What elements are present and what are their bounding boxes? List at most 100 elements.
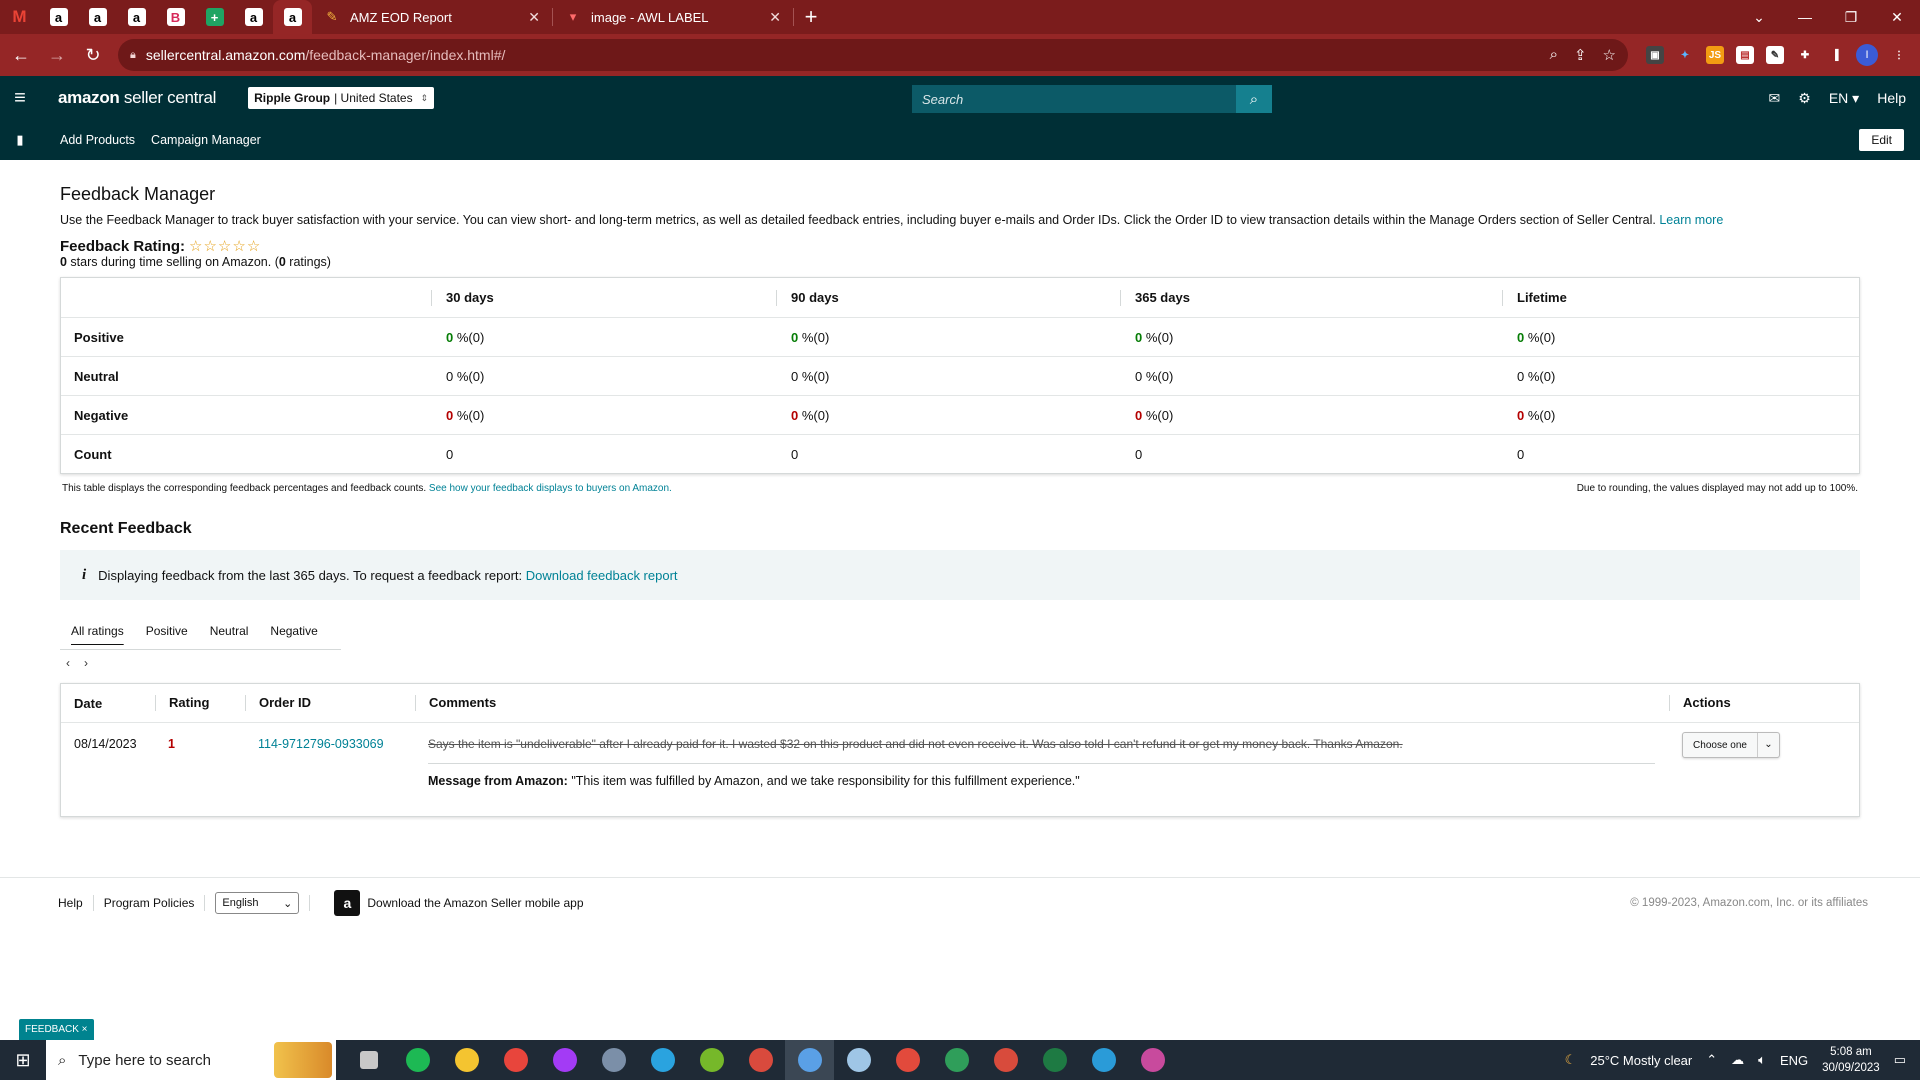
profile-avatar[interactable]: I xyxy=(1856,44,1878,66)
extension-puzzle-blue-icon[interactable]: ✦ xyxy=(1676,46,1694,64)
tab-neutral[interactable]: Neutral xyxy=(199,624,260,638)
tab-positive[interactable]: Positive xyxy=(135,624,199,638)
chevron-right-icon[interactable]: › xyxy=(84,656,88,670)
tab-search-icon[interactable]: ⌄ xyxy=(1736,9,1782,26)
taskbar-app[interactable] xyxy=(834,1040,883,1080)
program-policies-link[interactable]: Program Policies xyxy=(94,896,205,910)
taskbar-app[interactable] xyxy=(785,1040,834,1080)
reload-button[interactable]: ↻ xyxy=(78,45,108,66)
download-feedback-report-link[interactable]: Download feedback report xyxy=(526,568,678,583)
clock[interactable]: 5:08 am 30/09/2023 xyxy=(1822,1044,1880,1076)
taskbar-app[interactable] xyxy=(981,1040,1030,1080)
restore-button[interactable]: ❐ xyxy=(1828,9,1874,26)
amazon-icon: a xyxy=(88,8,107,26)
volume-icon[interactable]: 🔈︎ xyxy=(1758,1052,1766,1068)
pinned-tab[interactable]: a xyxy=(39,0,78,34)
taskbar-app[interactable] xyxy=(1079,1040,1128,1080)
extension-image-icon[interactable]: ▤ xyxy=(1736,46,1754,64)
pinned-tab[interactable]: a xyxy=(78,0,117,34)
taskbar-app[interactable] xyxy=(1030,1040,1079,1080)
windows-start-icon[interactable]: ⊞ xyxy=(0,1050,46,1071)
extensions-puzzle-icon[interactable]: ✚ xyxy=(1796,46,1814,64)
bookmark-icon[interactable]: ▮ xyxy=(0,132,40,148)
back-button[interactable]: ← xyxy=(6,45,36,66)
extension-note-icon[interactable]: ✎ xyxy=(1766,46,1784,64)
taskbar-app[interactable] xyxy=(344,1040,393,1080)
taskbar-app[interactable] xyxy=(491,1040,540,1080)
language-select[interactable]: English ⌄ xyxy=(215,892,300,914)
forward-button[interactable]: → xyxy=(42,45,72,66)
address-bar[interactable]: 🔒︎ sellercentral.amazon.com/feedback-man… xyxy=(118,39,1628,71)
taskbar-app[interactable] xyxy=(540,1040,589,1080)
extension-js-icon[interactable]: JS xyxy=(1706,46,1724,64)
taskbar-app[interactable] xyxy=(687,1040,736,1080)
lock-icon[interactable]: 🔒︎ xyxy=(130,49,136,62)
image-tab-icon: ▾ xyxy=(569,9,577,24)
mail-icon[interactable]: ✉ xyxy=(1769,90,1781,107)
intro-body: Use the Feedback Manager to track buyer … xyxy=(60,213,1656,227)
taskbar-app[interactable] xyxy=(589,1040,638,1080)
taskbar-app[interactable] xyxy=(1128,1040,1177,1080)
input-language[interactable]: ENG xyxy=(1780,1053,1808,1068)
zoom-icon[interactable]: ⌕ xyxy=(1550,46,1558,64)
extension-off-icon[interactable]: ▣ xyxy=(1646,46,1664,64)
language-label: EN xyxy=(1828,89,1849,106)
clock-date: 30/09/2023 xyxy=(1822,1062,1880,1074)
close-icon[interactable]: ✕ xyxy=(769,9,781,26)
search-icon[interactable]: ⌕ xyxy=(1236,85,1272,113)
pinned-tab[interactable]: a xyxy=(117,0,156,34)
pinned-tab[interactable]: M xyxy=(0,0,39,34)
taskbar-app[interactable] xyxy=(736,1040,785,1080)
taskbar-app[interactable] xyxy=(883,1040,932,1080)
edit-button[interactable]: Edit xyxy=(1859,129,1904,151)
taskbar-app[interactable] xyxy=(393,1040,442,1080)
new-tab-button[interactable]: + xyxy=(794,4,828,30)
campaign-manager-link[interactable]: Campaign Manager xyxy=(151,133,261,147)
weather-icon[interactable]: ☾ xyxy=(1565,1052,1577,1068)
tab-all-ratings[interactable]: All ratings xyxy=(60,624,135,638)
close-icon[interactable]: ✕ xyxy=(528,9,540,26)
tab-image-awl-label[interactable]: ▾ image - AWL LABEL ✕ xyxy=(553,0,793,34)
search-input[interactable] xyxy=(912,85,1236,113)
actions-dropdown[interactable]: Choose one ⌄ xyxy=(1682,732,1780,758)
comment-cell: Says the item is "undeliverable" after I… xyxy=(415,737,1669,816)
bookmark-star-icon[interactable]: ☆ xyxy=(1603,46,1616,64)
actions-dropdown-label: Choose one xyxy=(1693,739,1747,751)
chevron-left-icon[interactable]: ‹ xyxy=(66,656,70,670)
column-header: 30 days xyxy=(431,289,776,306)
windows-taskbar: ⊞ ⌕ Type here to search ☾ 25°C Mostly cl… xyxy=(0,1040,1920,1080)
feedback-display-link[interactable]: See how your feedback displays to buyers… xyxy=(429,483,672,494)
taskbar-app[interactable] xyxy=(638,1040,687,1080)
add-products-link[interactable]: Add Products xyxy=(60,133,135,147)
order-id-link[interactable]: 114-9712796-0933069 xyxy=(258,737,384,751)
download-app-link[interactable]: Download the Amazon Seller mobile app xyxy=(367,896,583,910)
store-selector[interactable]: Ripple Group | United States ⇕ xyxy=(248,87,435,109)
learn-more-link[interactable]: Learn more xyxy=(1659,213,1723,227)
taskbar-app[interactable] xyxy=(442,1040,491,1080)
network-icon[interactable]: ☁ xyxy=(1731,1052,1744,1068)
pinned-tab[interactable]: B xyxy=(156,0,195,34)
weather-text[interactable]: 25°C Mostly clear xyxy=(1590,1053,1692,1068)
seller-central-logo[interactable]: amazon seller central xyxy=(58,88,216,108)
share-icon[interactable]: ⇪ xyxy=(1574,46,1587,64)
tab-amz-eod-report[interactable]: ✎ AMZ EOD Report ✕ xyxy=(312,0,552,34)
chevron-up-icon[interactable]: ⌃ xyxy=(1706,1052,1717,1068)
minimize-button[interactable]: — xyxy=(1782,9,1828,25)
gear-icon[interactable]: ⚙ xyxy=(1798,90,1811,107)
feedback-tab-button[interactable]: FEEDBACK × xyxy=(19,1019,94,1040)
pinned-tab[interactable]: + xyxy=(195,0,234,34)
taskbar-search[interactable]: ⌕ Type here to search xyxy=(46,1040,336,1080)
taskbar-app[interactable] xyxy=(932,1040,981,1080)
amazon-app-icon[interactable]: a xyxy=(334,890,361,916)
footer-help-link[interactable]: Help xyxy=(48,896,93,910)
help-link[interactable]: Help xyxy=(1877,90,1906,106)
pinned-tab[interactable]: a xyxy=(234,0,273,34)
close-window-button[interactable]: ✕ xyxy=(1874,9,1920,26)
hamburger-menu-icon[interactable]: ≡ xyxy=(0,87,40,110)
tab-negative[interactable]: Negative xyxy=(259,624,328,638)
menu-dots-icon[interactable]: ⋮ xyxy=(1890,46,1908,64)
notification-icon[interactable]: ▭ xyxy=(1894,1052,1906,1068)
pinned-tab[interactable]: a xyxy=(273,0,312,34)
side-panel-icon[interactable]: ▐ xyxy=(1826,46,1844,64)
language-selector[interactable]: EN ▾ xyxy=(1829,90,1859,107)
